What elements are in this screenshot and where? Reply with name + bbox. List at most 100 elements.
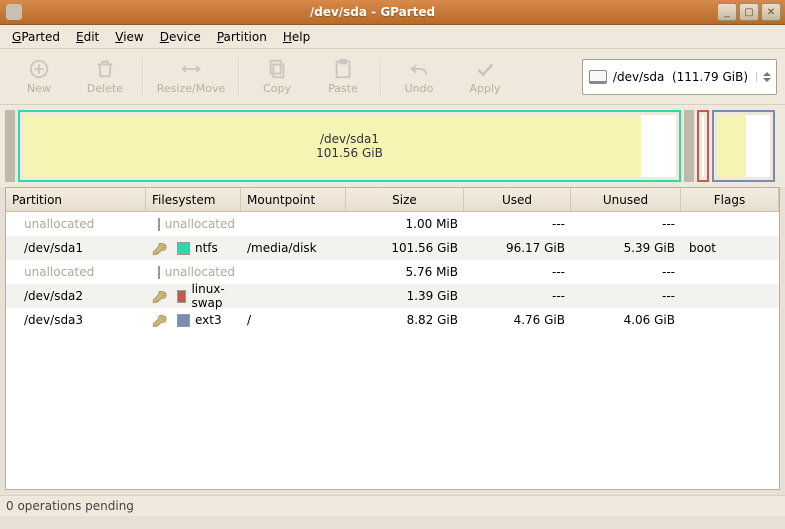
lock-icon <box>152 313 170 327</box>
new-icon <box>28 58 50 80</box>
fs-swatch <box>177 242 190 255</box>
cell-flags <box>681 293 779 299</box>
map-partition-sda1[interactable]: /dev/sda1 101.56 GiB <box>18 110 681 182</box>
cell-partition: /dev/sda3 <box>6 310 146 330</box>
resize-icon <box>180 58 202 80</box>
copy-label: Copy <box>263 82 291 95</box>
col-partition[interactable]: Partition <box>6 188 146 211</box>
apply-label: Apply <box>469 82 500 95</box>
window-buttons: _ ▢ ✕ <box>717 3 781 21</box>
paste-icon <box>332 58 354 80</box>
cell-used: --- <box>464 262 571 282</box>
close-button[interactable]: ✕ <box>761 3 781 21</box>
col-used[interactable]: Used <box>464 188 571 211</box>
menubar: GParted Edit View Device Partition Help <box>0 25 785 49</box>
maximize-button[interactable]: ▢ <box>739 3 759 21</box>
cell-unused: --- <box>571 214 681 234</box>
cell-size: 101.56 GiB <box>346 238 464 258</box>
cell-partition: unallocated <box>6 214 146 234</box>
delete-label: Delete <box>87 82 123 95</box>
new-label: New <box>27 82 51 95</box>
fs-swatch <box>177 290 186 303</box>
undo-button[interactable]: Undo <box>386 53 452 101</box>
device-selector[interactable]: /dev/sda (111.79 GiB) <box>582 59 777 95</box>
cell-unused: 4.06 GiB <box>571 310 681 330</box>
menu-view[interactable]: View <box>109 28 149 46</box>
fs-swatch <box>158 218 160 231</box>
paste-button[interactable]: Paste <box>310 53 376 101</box>
map-partition-sda2[interactable] <box>697 110 709 182</box>
apply-icon <box>474 58 496 80</box>
cell-unused: 5.39 GiB <box>571 238 681 258</box>
disk-icon <box>589 70 607 84</box>
cell-mountpoint <box>241 269 346 275</box>
resize-label: Resize/Move <box>157 82 225 95</box>
window-title: /dev/sda - GParted <box>28 5 717 19</box>
paste-label: Paste <box>328 82 358 95</box>
undo-icon <box>408 58 430 80</box>
cell-filesystem: unallocated <box>146 214 241 234</box>
col-filesystem[interactable]: Filesystem <box>146 188 241 211</box>
cell-partition: /dev/sda1 <box>6 238 146 258</box>
cell-flags <box>681 317 779 323</box>
cell-mountpoint <box>241 221 346 227</box>
delete-button[interactable]: Delete <box>72 53 138 101</box>
partition-table: Partition Filesystem Mountpoint Size Use… <box>5 187 780 490</box>
cell-unused: --- <box>571 286 681 306</box>
cell-filesystem: linux-swap <box>146 279 241 313</box>
statusbar: 0 operations pending <box>0 495 785 516</box>
cell-unused: --- <box>571 262 681 282</box>
col-flags[interactable]: Flags <box>681 188 779 211</box>
cell-partition: /dev/sda2 <box>6 286 146 306</box>
table-row[interactable]: /dev/sda1ntfs/media/disk101.56 GiB96.17 … <box>6 236 779 260</box>
disk-map: /dev/sda1 101.56 GiB <box>0 105 785 187</box>
lock-icon <box>152 289 170 303</box>
menu-device[interactable]: Device <box>154 28 207 46</box>
table-row[interactable]: unallocatedunallocated1.00 MiB------ <box>6 212 779 236</box>
chevron-updown-icon <box>756 72 770 82</box>
cell-flags <box>681 221 779 227</box>
table-row[interactable]: /dev/sda2linux-swap1.39 GiB------ <box>6 284 779 308</box>
resize-button[interactable]: Resize/Move <box>148 53 234 101</box>
cell-filesystem: ext3 <box>146 310 241 330</box>
cell-used: --- <box>464 214 571 234</box>
apply-button[interactable]: Apply <box>452 53 518 101</box>
map-label-size: 101.56 GiB <box>316 146 383 160</box>
separator-3 <box>380 59 382 95</box>
cell-mountpoint: / <box>241 310 346 330</box>
lock-icon <box>152 241 170 255</box>
new-button[interactable]: New <box>6 53 72 101</box>
table-row[interactable]: /dev/sda3ext3/8.82 GiB4.76 GiB4.06 GiB <box>6 308 779 332</box>
app-icon <box>6 4 22 20</box>
cell-used: 4.76 GiB <box>464 310 571 330</box>
cell-mountpoint <box>241 293 346 299</box>
cell-flags <box>681 269 779 275</box>
device-size: (111.79 GiB) <box>672 70 748 84</box>
menu-help[interactable]: Help <box>277 28 316 46</box>
cell-mountpoint: /media/disk <box>241 238 346 258</box>
fs-swatch <box>177 314 190 327</box>
menu-edit[interactable]: Edit <box>70 28 105 46</box>
copy-button[interactable]: Copy <box>244 53 310 101</box>
menu-partition[interactable]: Partition <box>211 28 273 46</box>
col-mountpoint[interactable]: Mountpoint <box>241 188 346 211</box>
undo-label: Undo <box>405 82 434 95</box>
col-size[interactable]: Size <box>346 188 464 211</box>
minimize-button[interactable]: _ <box>717 3 737 21</box>
map-handle-left <box>5 110 15 182</box>
map-label-name: /dev/sda1 <box>316 132 383 146</box>
map-handle-mid <box>684 110 694 182</box>
device-path: /dev/sda <box>613 70 664 84</box>
separator-2 <box>238 59 240 95</box>
cell-size: 1.00 MiB <box>346 214 464 234</box>
table-row[interactable]: unallocatedunallocated5.76 MiB------ <box>6 260 779 284</box>
col-unused[interactable]: Unused <box>571 188 681 211</box>
separator-1 <box>142 59 144 95</box>
cell-used: --- <box>464 286 571 306</box>
cell-partition: unallocated <box>6 262 146 282</box>
menu-gparted[interactable]: GParted <box>6 28 66 46</box>
copy-icon <box>266 58 288 80</box>
map-partition-sda3[interactable] <box>712 110 775 182</box>
status-text: 0 operations pending <box>6 499 134 513</box>
fs-swatch <box>158 266 160 279</box>
